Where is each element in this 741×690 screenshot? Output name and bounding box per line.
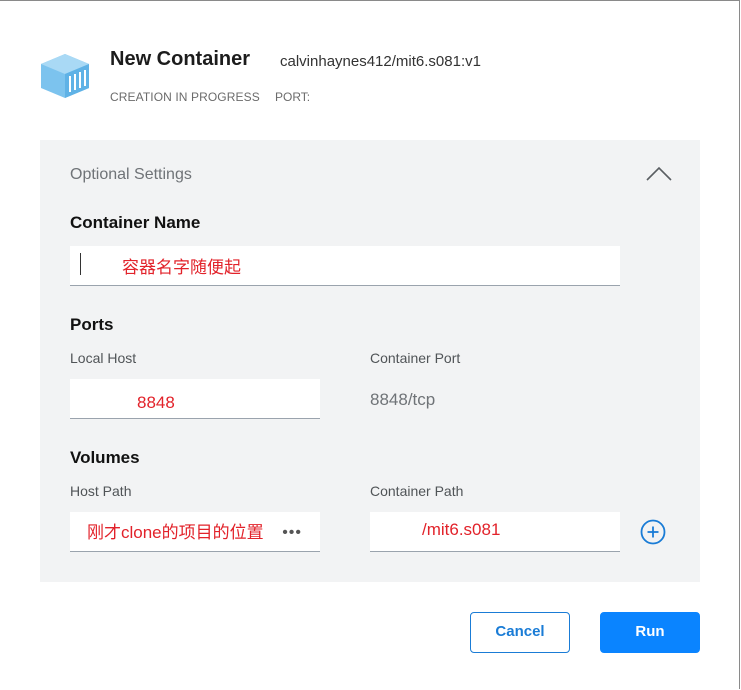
ports-label: Ports (70, 315, 114, 334)
optional-settings-title[interactable]: Optional Settings (70, 166, 192, 184)
container-path-input[interactable]: /mit6.s081 (370, 512, 620, 552)
dialog-title: New Container (110, 48, 251, 70)
container-name-label: Container Name (70, 213, 201, 232)
container-port-label: Container Port (370, 350, 461, 366)
container-name-input[interactable]: 容器名字随便起 (70, 246, 620, 286)
container-path-label: Container Path (370, 483, 464, 499)
host-path-input[interactable]: 刚才clone的项目的位置 ••• (70, 512, 320, 552)
host-path-label: Host Path (70, 483, 132, 499)
text-cursor (80, 253, 81, 275)
host-path-value: 刚才clone的项目的位置 (87, 523, 264, 542)
port-label: PORT: (275, 90, 311, 104)
image-name: calvinhaynes412/mit6.s081:v1 (280, 53, 481, 70)
status-label: CREATION IN PROGRESS (110, 90, 260, 104)
local-host-label: Local Host (70, 350, 137, 366)
run-button[interactable]: Run (600, 612, 700, 653)
plus-circle-icon[interactable] (640, 519, 666, 545)
container-path-value: /mit6.s081 (422, 520, 501, 539)
container-port-value: 8848/tcp (370, 390, 436, 409)
ellipsis-icon[interactable]: ••• (282, 524, 302, 542)
local-host-value: 8848 (137, 393, 175, 412)
volumes-label: Volumes (70, 448, 140, 467)
chevron-up-icon[interactable] (645, 163, 673, 185)
container-icon (41, 54, 89, 98)
local-host-input[interactable]: 8848 (70, 379, 320, 419)
cancel-button[interactable]: Cancel (470, 612, 570, 653)
container-name-value: 容器名字随便起 (122, 258, 241, 277)
